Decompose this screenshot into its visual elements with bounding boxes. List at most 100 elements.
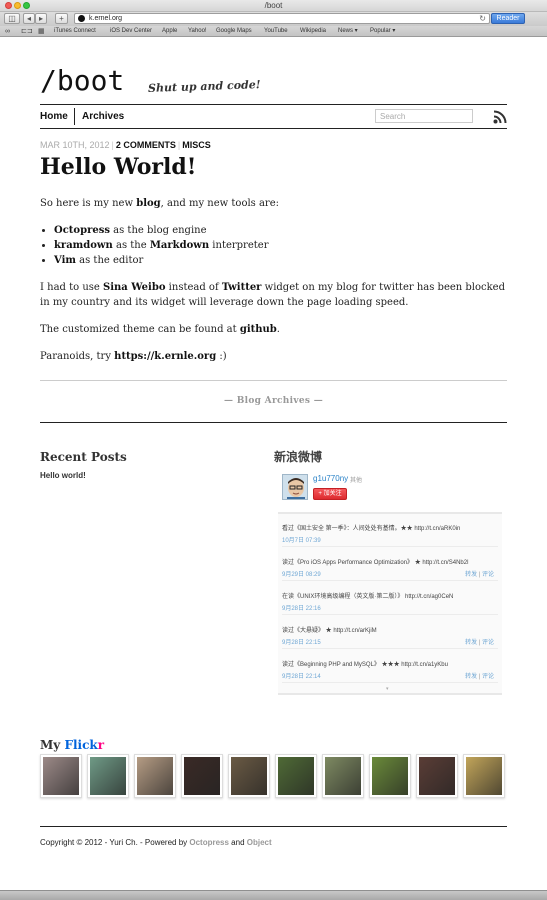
reader-button[interactable]: Reader bbox=[491, 13, 525, 24]
paragraph: So here is my new blog, and my new tools… bbox=[40, 198, 280, 209]
paragraph: The customized theme can be found at git… bbox=[40, 324, 280, 335]
sina-weibo-link[interactable]: Sina Weibo bbox=[103, 282, 166, 293]
flickr-photo[interactable] bbox=[134, 754, 176, 798]
nav-divider bbox=[40, 104, 507, 105]
window-titlebar: /boot bbox=[0, 0, 547, 12]
rss-icon[interactable] bbox=[493, 110, 507, 124]
feed-time-link[interactable]: 9月29日 08:29 bbox=[282, 569, 321, 578]
twitter-link[interactable]: Twitter bbox=[222, 282, 262, 293]
avatar[interactable] bbox=[282, 474, 308, 500]
nav-home-link[interactable]: Home bbox=[40, 111, 68, 122]
feed-item: 读过《Pro iOS Apps Performance Optimization… bbox=[282, 548, 498, 581]
weibo-username-link[interactable]: g1u770ny bbox=[313, 474, 348, 483]
plus-icon: + bbox=[59, 14, 64, 23]
bookmark-item[interactable]: Google Maps bbox=[216, 28, 252, 35]
bookmarks-bar: ∞ ⊏⊐ ▦ iTunes Connect iOS Dev Center App… bbox=[0, 26, 547, 37]
address-url: k.ernel.org bbox=[89, 15, 123, 22]
forward-arrow-icon: ▸ bbox=[38, 14, 43, 23]
weibo-feed[interactable]: 看过《国土安全 第一季》：人间处处有基情。★★ http://t.cn/aRK0… bbox=[278, 512, 502, 695]
blog-archives-link[interactable]: — Blog Archives — bbox=[0, 396, 547, 406]
address-bar[interactable]: k.ernel.org ↻ bbox=[74, 13, 490, 24]
bookmark-item[interactable]: News ▾ bbox=[338, 28, 358, 35]
feed-actions: 转发 | 评论 bbox=[465, 674, 494, 680]
https-site-link[interactable]: https://k.ernle.org bbox=[114, 351, 216, 362]
feed-actions: 转发 | 评论 bbox=[465, 572, 494, 578]
post-content: So here is my new blog, and my new tools… bbox=[40, 196, 507, 376]
repost-link[interactable]: 转发 bbox=[465, 674, 477, 680]
archives-divider bbox=[40, 422, 507, 423]
nav-archives-link[interactable]: Archives bbox=[82, 111, 124, 122]
feed-text: 读过《Beginning PHP and MySQL》 ★★★ http://t… bbox=[282, 662, 448, 668]
comment-link[interactable]: 评论 bbox=[482, 674, 494, 680]
flickr-photo[interactable] bbox=[181, 754, 223, 798]
flickr-photo[interactable] bbox=[416, 754, 458, 798]
window-bottom-bar bbox=[0, 890, 547, 900]
comment-link[interactable]: 评论 bbox=[482, 640, 494, 646]
feed-item: 读过《大悬疑》 ★ http://t.cn/arKjiM 9月28日 22:15… bbox=[282, 616, 498, 649]
markdown-link[interactable]: Markdown bbox=[150, 240, 209, 251]
feed-item: 看过《国土安全 第一季》：人间处处有基情。★★ http://t.cn/aRK0… bbox=[282, 514, 498, 547]
tools-list: Octopress as the blog engine kramdown as… bbox=[54, 223, 507, 268]
comment-link[interactable]: 评论 bbox=[482, 572, 494, 578]
back-button[interactable]: ◂ bbox=[23, 13, 35, 24]
list-item: Octopress as the blog engine bbox=[54, 223, 507, 238]
archives-divider bbox=[40, 380, 507, 381]
post-meta: MAR 10TH, 2012 | 2 COMMENTS | MISCS bbox=[40, 140, 211, 150]
weibo-widget-title: 新浪微博 bbox=[274, 450, 323, 464]
show-all-bookmarks-button[interactable]: ◫ bbox=[4, 13, 20, 24]
feed-time-link[interactable]: 9月28日 22:16 bbox=[282, 603, 321, 612]
flickr-photo[interactable] bbox=[463, 754, 505, 798]
bookmark-item[interactable]: Popular ▾ bbox=[370, 28, 395, 35]
footer-divider bbox=[40, 826, 507, 827]
repost-link[interactable]: 转发 bbox=[465, 572, 477, 578]
octopress-link[interactable]: Octopress bbox=[54, 225, 110, 236]
follow-button[interactable]: + 加关注 bbox=[313, 488, 347, 500]
post-comments-link[interactable]: 2 COMMENTS bbox=[116, 140, 176, 150]
feed-time-link[interactable]: 10月7日 07:39 bbox=[282, 535, 321, 544]
flickr-widget-title: My Flickr bbox=[40, 738, 105, 752]
book-icon[interactable]: ⊏⊐ bbox=[21, 28, 33, 35]
forward-button[interactable]: ▸ bbox=[35, 13, 47, 24]
weibo-other-label: 其他 bbox=[350, 478, 363, 484]
repost-link[interactable]: 转发 bbox=[465, 640, 477, 646]
new-tab-button[interactable]: + bbox=[55, 13, 68, 24]
top-sites-grid-icon[interactable]: ▦ bbox=[38, 28, 45, 35]
feed-time-link[interactable]: 9月28日 22:15 bbox=[282, 637, 321, 646]
recent-post-link[interactable]: Hello world! bbox=[40, 471, 86, 480]
bookmark-item[interactable]: iOS Dev Center bbox=[110, 28, 152, 35]
feed-actions: 转发 | 评论 bbox=[465, 640, 494, 646]
flickr-photo[interactable] bbox=[87, 754, 129, 798]
feed-time-link[interactable]: 9月28日 22:14 bbox=[282, 671, 321, 680]
reload-icon[interactable]: ↻ bbox=[479, 14, 486, 23]
list-item: kramdown as the Markdown interpreter bbox=[54, 238, 507, 253]
feed-text: 在读《UNIX环境高级编程（英文版·第二版）》 http://t.cn/ag0C… bbox=[282, 594, 454, 600]
bookmark-item[interactable]: Apple bbox=[162, 28, 177, 35]
flickr-photo[interactable] bbox=[369, 754, 411, 798]
search-input[interactable] bbox=[375, 109, 473, 123]
octopress-footer-link[interactable]: Octopress bbox=[189, 838, 229, 847]
bookmark-item[interactable]: Wikipedia bbox=[300, 28, 326, 35]
flickr-photo[interactable] bbox=[322, 754, 364, 798]
vim-link[interactable]: Vim bbox=[54, 255, 76, 266]
site-favicon-icon bbox=[78, 15, 85, 22]
blog-link[interactable]: blog bbox=[136, 198, 160, 209]
nav-separator bbox=[74, 108, 75, 125]
back-arrow-icon: ◂ bbox=[26, 14, 31, 23]
post-category-link[interactable]: MISCS bbox=[182, 140, 211, 150]
bookmark-item[interactable]: iTunes Connect bbox=[54, 28, 96, 35]
bookmark-item[interactable]: YouTube bbox=[264, 28, 288, 35]
flickr-photo[interactable] bbox=[228, 754, 270, 798]
flickr-photo[interactable] bbox=[275, 754, 317, 798]
reading-list-icon[interactable]: ∞ bbox=[5, 28, 10, 35]
object-footer-link[interactable]: Object bbox=[247, 838, 272, 847]
site-title[interactable]: /boot bbox=[40, 64, 124, 98]
scroll-down-icon[interactable]: ▾ bbox=[386, 686, 389, 692]
github-link[interactable]: github bbox=[240, 324, 277, 335]
kramdown-link[interactable]: kramdown bbox=[54, 240, 113, 251]
recent-posts-title: Recent Posts bbox=[40, 450, 127, 464]
bookmark-item[interactable]: Yahoo! bbox=[188, 28, 207, 35]
paragraph: Paranoids, try https://k.ernle.org :) bbox=[40, 351, 227, 362]
post-title[interactable]: Hello World! bbox=[40, 154, 196, 180]
flickr-photo[interactable] bbox=[40, 754, 82, 798]
footer: Copyright © 2012 - Yuri Ch. - Powered by… bbox=[40, 838, 272, 847]
